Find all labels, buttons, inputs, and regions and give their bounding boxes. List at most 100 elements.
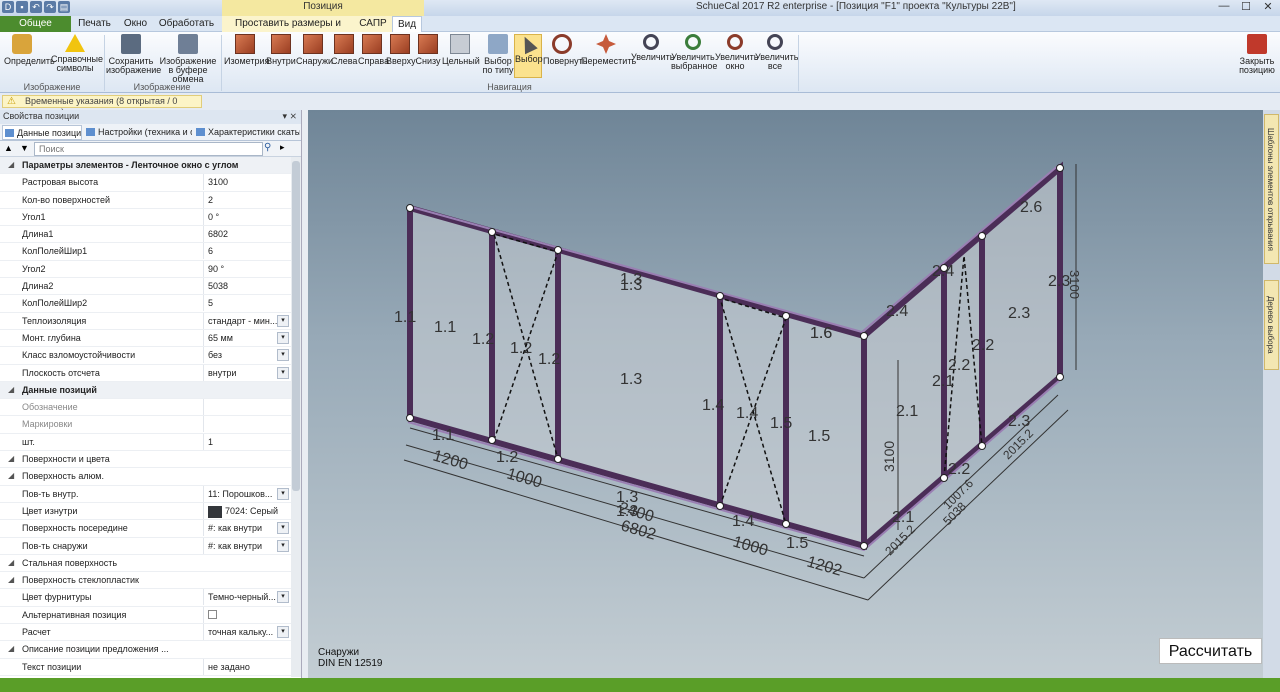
tab-view[interactable]: Вид	[392, 16, 422, 32]
property-value[interactable]	[203, 399, 291, 416]
collapse-all-icon[interactable]: ▲	[4, 143, 13, 153]
dropdown-arrow-icon[interactable]: ▾	[277, 349, 289, 362]
scrollbar-thumb[interactable]	[292, 161, 300, 491]
property-value[interactable]: 7024: Серый	[203, 502, 291, 519]
rotate-button[interactable]: Повернуть	[543, 34, 587, 66]
property-row[interactable]: Обозначение	[0, 399, 291, 417]
collapse-icon[interactable]: ◢	[8, 641, 14, 657]
close-window-button[interactable]: ✕	[1260, 0, 1276, 13]
property-value[interactable]: внутри ▾	[203, 364, 291, 381]
property-row[interactable]: Цвет фурнитуры Темно-черный... ▾	[0, 589, 291, 607]
top-view-button[interactable]: Вверху	[386, 34, 416, 66]
property-row[interactable]: Угол1 0 °	[0, 208, 291, 227]
temporary-notes-button[interactable]: ⚠ Временные указания (8 открытая / 0 при…	[2, 95, 202, 117]
define-button[interactable]: Определить	[4, 34, 55, 66]
property-row[interactable]: Длина1 6802	[0, 226, 291, 244]
inside-view-button[interactable]: Внутри	[266, 34, 296, 66]
panel-scrollbar[interactable]	[291, 157, 301, 677]
filter-icon[interactable]: ▼	[20, 143, 29, 153]
dropdown-arrow-icon[interactable]: ▾	[277, 366, 289, 379]
property-value[interactable]: 0 °	[203, 208, 291, 225]
property-value[interactable]	[203, 606, 291, 623]
property-row[interactable]: Класс взломоустойчивости без ▾	[0, 347, 291, 365]
property-value[interactable]: 6802	[203, 226, 291, 243]
save-image-button[interactable]: Сохранить изображение	[106, 34, 161, 75]
property-value[interactable]: 6	[203, 243, 291, 260]
property-row[interactable]: ◢ Описание позиции предложения ...	[0, 641, 291, 659]
property-row[interactable]: КолПолейШир2 5	[0, 295, 291, 313]
redo-icon[interactable]: ↷	[44, 1, 56, 13]
property-row[interactable]: Альтернативная позиция	[0, 606, 291, 625]
property-row[interactable]: ◢ Параметры элементов - Ленточное окно с …	[0, 157, 291, 175]
property-row[interactable]: шт. 1	[0, 433, 291, 452]
selection-tree-tab[interactable]: Дерево выбора	[1264, 280, 1279, 370]
zoom-window-button[interactable]: Увеличить окно	[715, 34, 758, 71]
search-input[interactable]	[34, 142, 263, 156]
zoom-all-button[interactable]: Увеличить все	[755, 34, 798, 71]
maximize-button[interactable]: ☐	[1238, 0, 1254, 13]
right-view-button[interactable]: Справа	[358, 34, 389, 66]
dropdown-arrow-icon[interactable]: ▾	[277, 522, 289, 535]
panel-pin-icon[interactable]: ▾ ⨯	[282, 110, 297, 123]
tab-cad[interactable]: САПР	[354, 16, 392, 32]
dropdown-arrow-icon[interactable]: ▾	[277, 331, 289, 344]
tab-position-data[interactable]: Данные позиций	[2, 125, 82, 140]
app-menu-icon[interactable]: D	[2, 1, 14, 13]
collapse-icon[interactable]: ◢	[8, 555, 14, 571]
3d-viewport[interactable]: 1.1 1.1 1.2 1.2 1.2 1.3 1.3 1.3 1.4 1.4 1.5 1.5 1.6 1…	[308, 110, 1263, 678]
property-row[interactable]: ◢ Данные позиций	[0, 381, 291, 400]
property-row[interactable]: Длина2 5038	[0, 278, 291, 296]
property-value[interactable]: 5038	[203, 278, 291, 295]
property-row[interactable]: ◢ Поверхности и цвета	[0, 451, 291, 469]
dropdown-arrow-icon[interactable]: ▾	[277, 539, 289, 552]
collapse-icon[interactable]: ◢	[8, 157, 14, 173]
zoom-selected-button[interactable]: Увеличить выбранное	[671, 34, 717, 71]
property-value[interactable]: 1	[203, 433, 291, 450]
undo-icon[interactable]: ↶	[30, 1, 42, 13]
image-clipboard-button[interactable]: Изображение в буфере обмена	[158, 34, 218, 84]
property-value[interactable]: 65 мм ▾	[203, 329, 291, 346]
property-row[interactable]: ◢ Стальная поверхность	[0, 555, 291, 573]
property-value[interactable]: Темно-черный... ▾	[203, 589, 291, 606]
property-value[interactable]: #: как внутри ▾	[203, 520, 291, 537]
property-value[interactable]	[203, 416, 291, 433]
property-row[interactable]: Растровая высота 3100	[0, 174, 291, 192]
property-row[interactable]: Монт. глубина 65 мм ▾	[0, 329, 291, 348]
tab-dimensions[interactable]: Проставить размеры и надписи	[222, 16, 354, 44]
property-row[interactable]: Теплоизоляция стандарт - мин... ▾	[0, 312, 291, 330]
property-row[interactable]: КолПолейШир1 6	[0, 243, 291, 261]
property-row[interactable]: Расчет точная кальку... ▾	[0, 624, 291, 642]
select-button[interactable]: Выбор	[514, 33, 543, 78]
select-by-type-button[interactable]: Выбор по типу	[482, 34, 514, 75]
property-row[interactable]: Текст позиции не задано	[0, 658, 291, 676]
save-icon[interactable]: ▪	[16, 1, 28, 13]
dropdown-arrow-icon[interactable]: ▾	[277, 314, 289, 327]
property-row[interactable]: Плоскость отсчета внутри ▾	[0, 364, 291, 382]
close-position-button[interactable]: Закрыть позицию	[1237, 34, 1277, 75]
search-next-icon[interactable]: ▸	[280, 142, 285, 153]
property-row[interactable]: Маркировки	[0, 416, 291, 434]
collapse-icon[interactable]: ◢	[8, 382, 14, 398]
collapse-icon[interactable]: ◢	[8, 451, 14, 467]
checkbox[interactable]	[208, 609, 217, 619]
property-value[interactable]: без ▾	[203, 347, 291, 364]
move-button[interactable]: Переместить	[581, 34, 636, 66]
property-value[interactable]: стандарт - мин... ▾	[203, 312, 291, 329]
collapse-icon[interactable]: ◢	[8, 468, 14, 484]
print-icon[interactable]: ▤	[58, 1, 70, 13]
collapse-icon[interactable]: ◢	[8, 572, 14, 588]
left-view-button[interactable]: Слева	[331, 34, 357, 66]
property-row[interactable]: Цвет изнутри 7024: Серый	[0, 502, 291, 521]
calculate-button[interactable]: Рассчитать	[1159, 638, 1262, 664]
property-row[interactable]: Кол-во поверхностей 2	[0, 191, 291, 209]
property-row[interactable]: Поверхность посередине #: как внутри ▾	[0, 520, 291, 538]
bottom-view-button[interactable]: Снизу	[415, 34, 441, 66]
tab-settings[interactable]: Настройки (техника и о...	[84, 125, 192, 140]
tab-window[interactable]: Окно	[118, 16, 153, 32]
property-value[interactable]: 5	[203, 295, 291, 312]
outside-view-button[interactable]: Снаружи	[296, 34, 333, 66]
minimize-button[interactable]: —	[1216, 0, 1232, 13]
tab-general[interactable]: Общее	[0, 16, 71, 32]
dropdown-arrow-icon[interactable]: ▾	[277, 626, 289, 639]
dropdown-arrow-icon[interactable]: ▾	[277, 487, 289, 500]
